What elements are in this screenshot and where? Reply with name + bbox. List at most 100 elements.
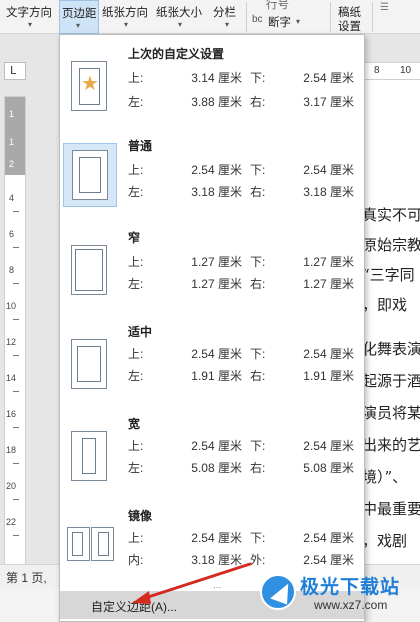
top-value: 3.14 厘米 xyxy=(191,71,242,85)
document-text-line: “三字同 xyxy=(362,266,415,284)
custom-margins-label: 自定义边距(A)... xyxy=(91,600,177,614)
right-value: 3.18 厘米 xyxy=(303,185,354,199)
ruler-number: 20 xyxy=(6,481,17,491)
top-label: 上: xyxy=(128,531,144,545)
document-page[interactable]: 真实不可 原始宗教 “三字同 ，即戏 化舞表演 起源于酒 演员将某 出来的艺 境… xyxy=(362,80,420,564)
top-value: 2.54 厘米 xyxy=(191,347,242,361)
margin-guide xyxy=(79,157,101,193)
margin-guide xyxy=(77,346,101,382)
margin-preview xyxy=(63,425,117,489)
orientation-button[interactable]: 纸张方向 ▾ xyxy=(102,0,154,34)
top-label: 上: xyxy=(128,255,144,269)
ruler-number: 10 xyxy=(6,301,17,311)
ruler-number: 12 xyxy=(6,337,17,347)
left-label: 左: xyxy=(128,185,144,199)
page-preview-icon: ★ xyxy=(71,61,107,111)
left-value: 3.88 厘米 xyxy=(191,95,242,109)
left-label: 左: xyxy=(128,95,144,109)
hyphenation-label: 断字 xyxy=(268,17,291,29)
document-text-line: 化舞表演 xyxy=(362,340,420,358)
right-label: 右: xyxy=(250,95,266,109)
margin-preview xyxy=(63,239,117,303)
right-page-preview xyxy=(91,527,114,561)
manuscript-settings-button[interactable]: 稿纸 设置 xyxy=(338,0,368,34)
ruler-tick xyxy=(13,427,19,428)
page-preview-icon xyxy=(71,245,107,295)
hyphenation-button[interactable]: bc 断字 ▾ xyxy=(252,12,316,32)
preset-name: 宽 xyxy=(128,417,141,431)
manuscript-label-line2: 设置 xyxy=(338,21,361,33)
ruler-tick xyxy=(13,499,19,500)
left-page-preview xyxy=(67,527,90,561)
margin-guide xyxy=(98,532,109,556)
margin-preview xyxy=(63,333,117,397)
ruler-number: 8 xyxy=(9,265,15,275)
document-text-line: 境）”、 xyxy=(362,468,408,486)
watermark-logo-icon xyxy=(260,574,296,610)
text-direction-button[interactable]: 文字方向 ▾ xyxy=(6,0,58,34)
document-text-line: ，即戏 xyxy=(362,296,408,314)
right-value: 5.08 厘米 xyxy=(303,461,354,475)
ribbon: 文字方向 ▾ 页边距 ▾ 纸张方向 ▾ 纸张大小 ▾ 分栏 ▾ 行号 bc 断字… xyxy=(0,0,420,34)
inside-value: 3.18 厘米 xyxy=(191,553,242,567)
text-direction-label: 文字方向 xyxy=(6,7,52,19)
page-indicator[interactable]: 第 1 页, xyxy=(6,569,47,586)
ruler-margin-zone xyxy=(5,97,25,175)
margin-preset-narrow[interactable]: 窄 上: 1.27 厘米 下: 1.27 厘米 左: 1.27 厘米 右: 1.… xyxy=(60,225,358,315)
margins-button[interactable]: 页边距 ▾ xyxy=(59,0,99,34)
page-preview-icon xyxy=(71,431,107,481)
bottom-label: 下: xyxy=(250,71,266,85)
right-value: 1.91 厘米 xyxy=(303,369,354,383)
ruler-number: 2 xyxy=(9,159,15,169)
chevron-down-icon: ▾ xyxy=(296,17,301,26)
tab-stop-icon: L xyxy=(10,64,17,77)
left-value: 1.27 厘米 xyxy=(191,277,242,291)
tab-selector[interactable]: L xyxy=(4,62,26,80)
top-value: 2.54 厘米 xyxy=(191,531,242,545)
ruler-number: 22 xyxy=(6,517,17,527)
ruler-number: 16 xyxy=(6,409,17,419)
chevron-down-icon: ▾ xyxy=(178,20,183,29)
ribbon-divider xyxy=(246,2,247,32)
document-text-line: 演员将某 xyxy=(362,404,420,422)
document-text-line: 原始宗教 xyxy=(362,236,420,254)
left-label: 左: xyxy=(128,369,144,383)
right-label: 右: xyxy=(250,185,266,199)
margin-preview: ★ xyxy=(63,55,117,119)
document-text-line: 中最重要 xyxy=(362,500,420,518)
ruler-tick xyxy=(13,391,19,392)
margin-preset-moderate[interactable]: 适中 上: 2.54 厘米 下: 2.54 厘米 左: 1.91 厘米 右: 1… xyxy=(60,319,358,409)
columns-button[interactable]: 分栏 ▾ xyxy=(213,0,243,34)
preset-name: 普通 xyxy=(128,139,153,153)
bottom-value: 2.54 厘米 xyxy=(303,163,354,177)
margin-preset-normal[interactable]: 普通 上: 2.54 厘米 下: 2.54 厘米 左: 3.18 厘米 右: 3… xyxy=(60,133,358,223)
vertical-ruler[interactable]: 1 1 2 4 6 8 10 12 14 16 18 20 22 xyxy=(4,96,26,566)
inside-label: 内: xyxy=(128,553,144,567)
chevron-down-icon: ▾ xyxy=(124,20,129,29)
top-value: 2.54 厘米 xyxy=(191,439,242,453)
document-text-line: ，戏剧 xyxy=(362,532,408,550)
ruler-number: 10 xyxy=(400,65,412,76)
document-text-line: 真实不可 xyxy=(362,206,420,224)
star-icon: ★ xyxy=(81,71,99,95)
margin-guide xyxy=(72,532,83,556)
ruler-tick xyxy=(13,319,19,320)
top-value: 1.27 厘米 xyxy=(191,255,242,269)
top-label: 上: xyxy=(128,71,144,85)
watermark-url: www.xz7.com xyxy=(314,598,388,612)
margin-preset-last-custom[interactable]: ★ 上次的自定义设置 上: 3.14 厘米 下: 2.54 厘米 左: 3.88… xyxy=(60,41,358,131)
bottom-label: 下: xyxy=(250,531,266,545)
top-label: 上: xyxy=(128,347,144,361)
ribbon-overflow-button[interactable]: ☰ xyxy=(380,0,420,34)
margin-preset-wide[interactable]: 宽 上: 2.54 厘米 下: 2.54 厘米 左: 5.08 厘米 右: 5.… xyxy=(60,411,358,501)
size-button[interactable]: 纸张大小 ▾ xyxy=(156,0,208,34)
horizontal-ruler[interactable]: 8 10 xyxy=(362,62,420,80)
ruler-number: 18 xyxy=(6,445,17,455)
right-label: 右: xyxy=(250,369,266,383)
ruler-tick xyxy=(13,211,19,212)
bottom-label: 下: xyxy=(250,439,266,453)
page-preview-icon xyxy=(71,339,107,389)
margin-preview xyxy=(63,143,117,207)
ruler-number: 6 xyxy=(9,229,15,239)
ruler-tick xyxy=(13,355,19,356)
